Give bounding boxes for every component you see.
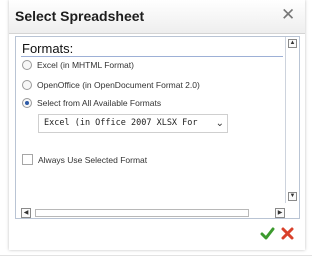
bottom-divider bbox=[0, 255, 312, 256]
dialog-titlebar: Select Spreadsheet ✕ bbox=[9, 0, 305, 34]
horizontal-scroll-track[interactable] bbox=[35, 209, 249, 217]
radio-button[interactable] bbox=[22, 60, 32, 70]
radio-button-selected[interactable] bbox=[22, 98, 32, 108]
scroll-down-icon[interactable]: ▼ bbox=[288, 192, 297, 201]
chevron-down-icon[interactable]: ⌄ bbox=[216, 118, 224, 129]
select-spreadsheet-dialog: Select Spreadsheet ✕ Formats: Excel (in … bbox=[9, 0, 305, 250]
format-select[interactable]: Excel (in Office 2007 XLSX For ⌄ bbox=[38, 114, 228, 133]
radio-label: OpenOffice (in OpenDocument Format 2.0) bbox=[37, 80, 200, 90]
dialog-title: Select Spreadsheet bbox=[15, 8, 145, 24]
formats-panel: Formats: Excel (in MHTML Format) OpenOff… bbox=[15, 36, 300, 219]
format-select-value: Excel (in Office 2007 XLSX For bbox=[44, 118, 198, 128]
cancel-button[interactable] bbox=[280, 226, 295, 241]
formats-heading: Formats: bbox=[22, 41, 74, 56]
scroll-up-icon[interactable]: ▲ bbox=[288, 39, 297, 48]
radio-label: Excel (in MHTML Format) bbox=[37, 60, 134, 70]
always-use-label: Always Use Selected Format bbox=[38, 155, 148, 165]
close-icon[interactable]: ✕ bbox=[281, 6, 295, 23]
scroll-right-icon[interactable]: ▶ bbox=[275, 208, 285, 218]
always-use-checkbox[interactable] bbox=[22, 154, 33, 165]
radio-button[interactable] bbox=[22, 80, 32, 90]
x-icon bbox=[281, 227, 294, 240]
check-icon bbox=[260, 227, 275, 240]
horizontal-scrollbar[interactable]: ◀ bbox=[21, 208, 282, 218]
scroll-left-icon[interactable]: ◀ bbox=[21, 208, 31, 218]
radio-label: Select from All Available Formats bbox=[37, 98, 162, 108]
ok-button[interactable] bbox=[260, 226, 275, 241]
vertical-scrollbar[interactable]: ▲ ▼ bbox=[285, 37, 299, 203]
formats-divider bbox=[21, 56, 283, 57]
